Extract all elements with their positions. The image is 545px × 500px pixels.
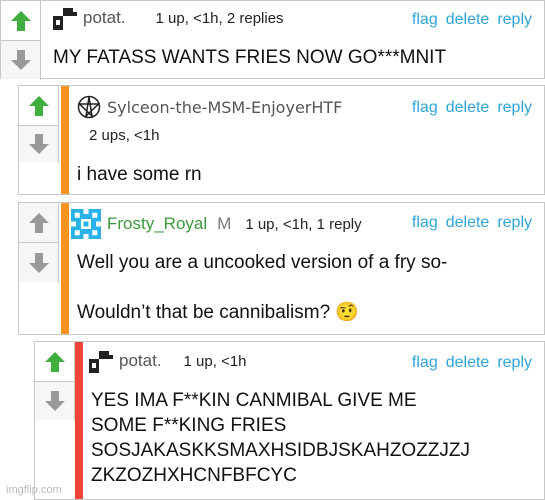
- comment-username[interactable]: Sylceon-the-MSM-EnjoyerHTF: [107, 98, 342, 117]
- comment-3: Frosty_Royal M 1 up, <1h, 1 reply flag d…: [18, 202, 545, 335]
- flag-link[interactable]: flag: [412, 214, 438, 232]
- snowflake-pixel-icon: [71, 209, 101, 239]
- vote-column: [19, 203, 59, 283]
- upvote-arrow-icon: [28, 95, 49, 116]
- downvote-button[interactable]: [35, 382, 74, 420]
- reply-link[interactable]: reply: [497, 11, 532, 29]
- comment-4: potat. 1 up, <1h flag delete reply YES I…: [34, 341, 545, 500]
- downvote-arrow-icon: [44, 391, 65, 411]
- reply-link[interactable]: reply: [497, 99, 532, 117]
- upvote-arrow-icon: [28, 212, 49, 233]
- upvote-button[interactable]: [19, 203, 58, 243]
- downvote-button[interactable]: [1, 41, 40, 79]
- comment-actions: flag delete reply: [412, 214, 532, 232]
- delete-link[interactable]: delete: [446, 99, 490, 117]
- comment-meta: 1 up, <1h, 1 reply: [245, 215, 362, 233]
- downvote-arrow-icon: [28, 134, 49, 154]
- comment-text-line-3: SOSJAKASKKSMAXHSIDBJSKAHZOZZJZJ: [91, 440, 471, 461]
- comment-2: Sylceon-the-MSM-EnjoyerHTF flag delete r…: [18, 85, 545, 195]
- comment-actions: flag delete reply: [412, 11, 532, 29]
- comment-meta: 1 up, <1h, 2 replies: [155, 9, 284, 27]
- comment-username[interactable]: potat.: [119, 351, 162, 371]
- upvote-button[interactable]: [19, 86, 58, 126]
- thread-accent-bar: [75, 342, 83, 499]
- vote-column: [19, 86, 59, 163]
- comment-text-line-1: YES IMA F**KIN CANMIBAL GIVE ME: [91, 390, 417, 411]
- comment-text-line-2: Wouldn’t that be cannibalism? 🤨: [77, 302, 360, 323]
- flag-link[interactable]: flag: [412, 354, 438, 372]
- thread-accent-bar: [61, 203, 69, 334]
- potat-pixel-icon: [53, 8, 77, 30]
- mod-badge: M: [217, 214, 232, 233]
- comment-text: i have some rn: [77, 164, 202, 185]
- comment-actions: flag delete reply: [412, 99, 532, 117]
- imgflip-watermark: imgflip.com: [6, 484, 62, 496]
- upvote-arrow-icon: [10, 10, 31, 31]
- vote-column: [1, 1, 41, 80]
- upvote-arrow-icon: [44, 351, 65, 372]
- delete-link[interactable]: delete: [446, 214, 490, 232]
- comment-text-line-2: SOME F**KING FRIES: [91, 415, 287, 436]
- pentagram-star-icon: [77, 95, 101, 119]
- downvote-arrow-icon: [28, 252, 49, 273]
- thread-accent-bar: [61, 86, 69, 194]
- downvote-arrow-icon: [10, 50, 31, 70]
- comment-meta: 2 ups, <1h: [89, 127, 160, 144]
- comment-username[interactable]: Frosty_Royal: [107, 214, 207, 234]
- potat-pixel-icon: [89, 351, 113, 373]
- upvote-button[interactable]: [1, 1, 40, 41]
- comment-text: MY FATASS WANTS FRIES NOW GO***MNIT: [53, 47, 447, 68]
- comment-text-line-1: Well you are a uncooked version of a fry…: [77, 252, 448, 273]
- downvote-button[interactable]: [19, 126, 58, 162]
- vote-column: [35, 342, 75, 421]
- flag-link[interactable]: flag: [412, 99, 438, 117]
- downvote-button[interactable]: [19, 243, 58, 282]
- reply-link[interactable]: reply: [497, 214, 532, 232]
- delete-link[interactable]: delete: [446, 11, 490, 29]
- comment-username[interactable]: potat.: [83, 8, 126, 28]
- comment-meta: 1 up, <1h: [183, 352, 247, 370]
- delete-link[interactable]: delete: [446, 354, 490, 372]
- comment-1: potat. 1 up, <1h, 2 replies flag delete …: [0, 0, 545, 80]
- flag-link[interactable]: flag: [412, 11, 438, 29]
- upvote-button[interactable]: [35, 342, 74, 382]
- comment-actions: flag delete reply: [412, 354, 532, 372]
- reply-link[interactable]: reply: [497, 354, 532, 372]
- comment-text-line-4: ZKZOZHXHCNFBFCYC: [91, 465, 297, 486]
